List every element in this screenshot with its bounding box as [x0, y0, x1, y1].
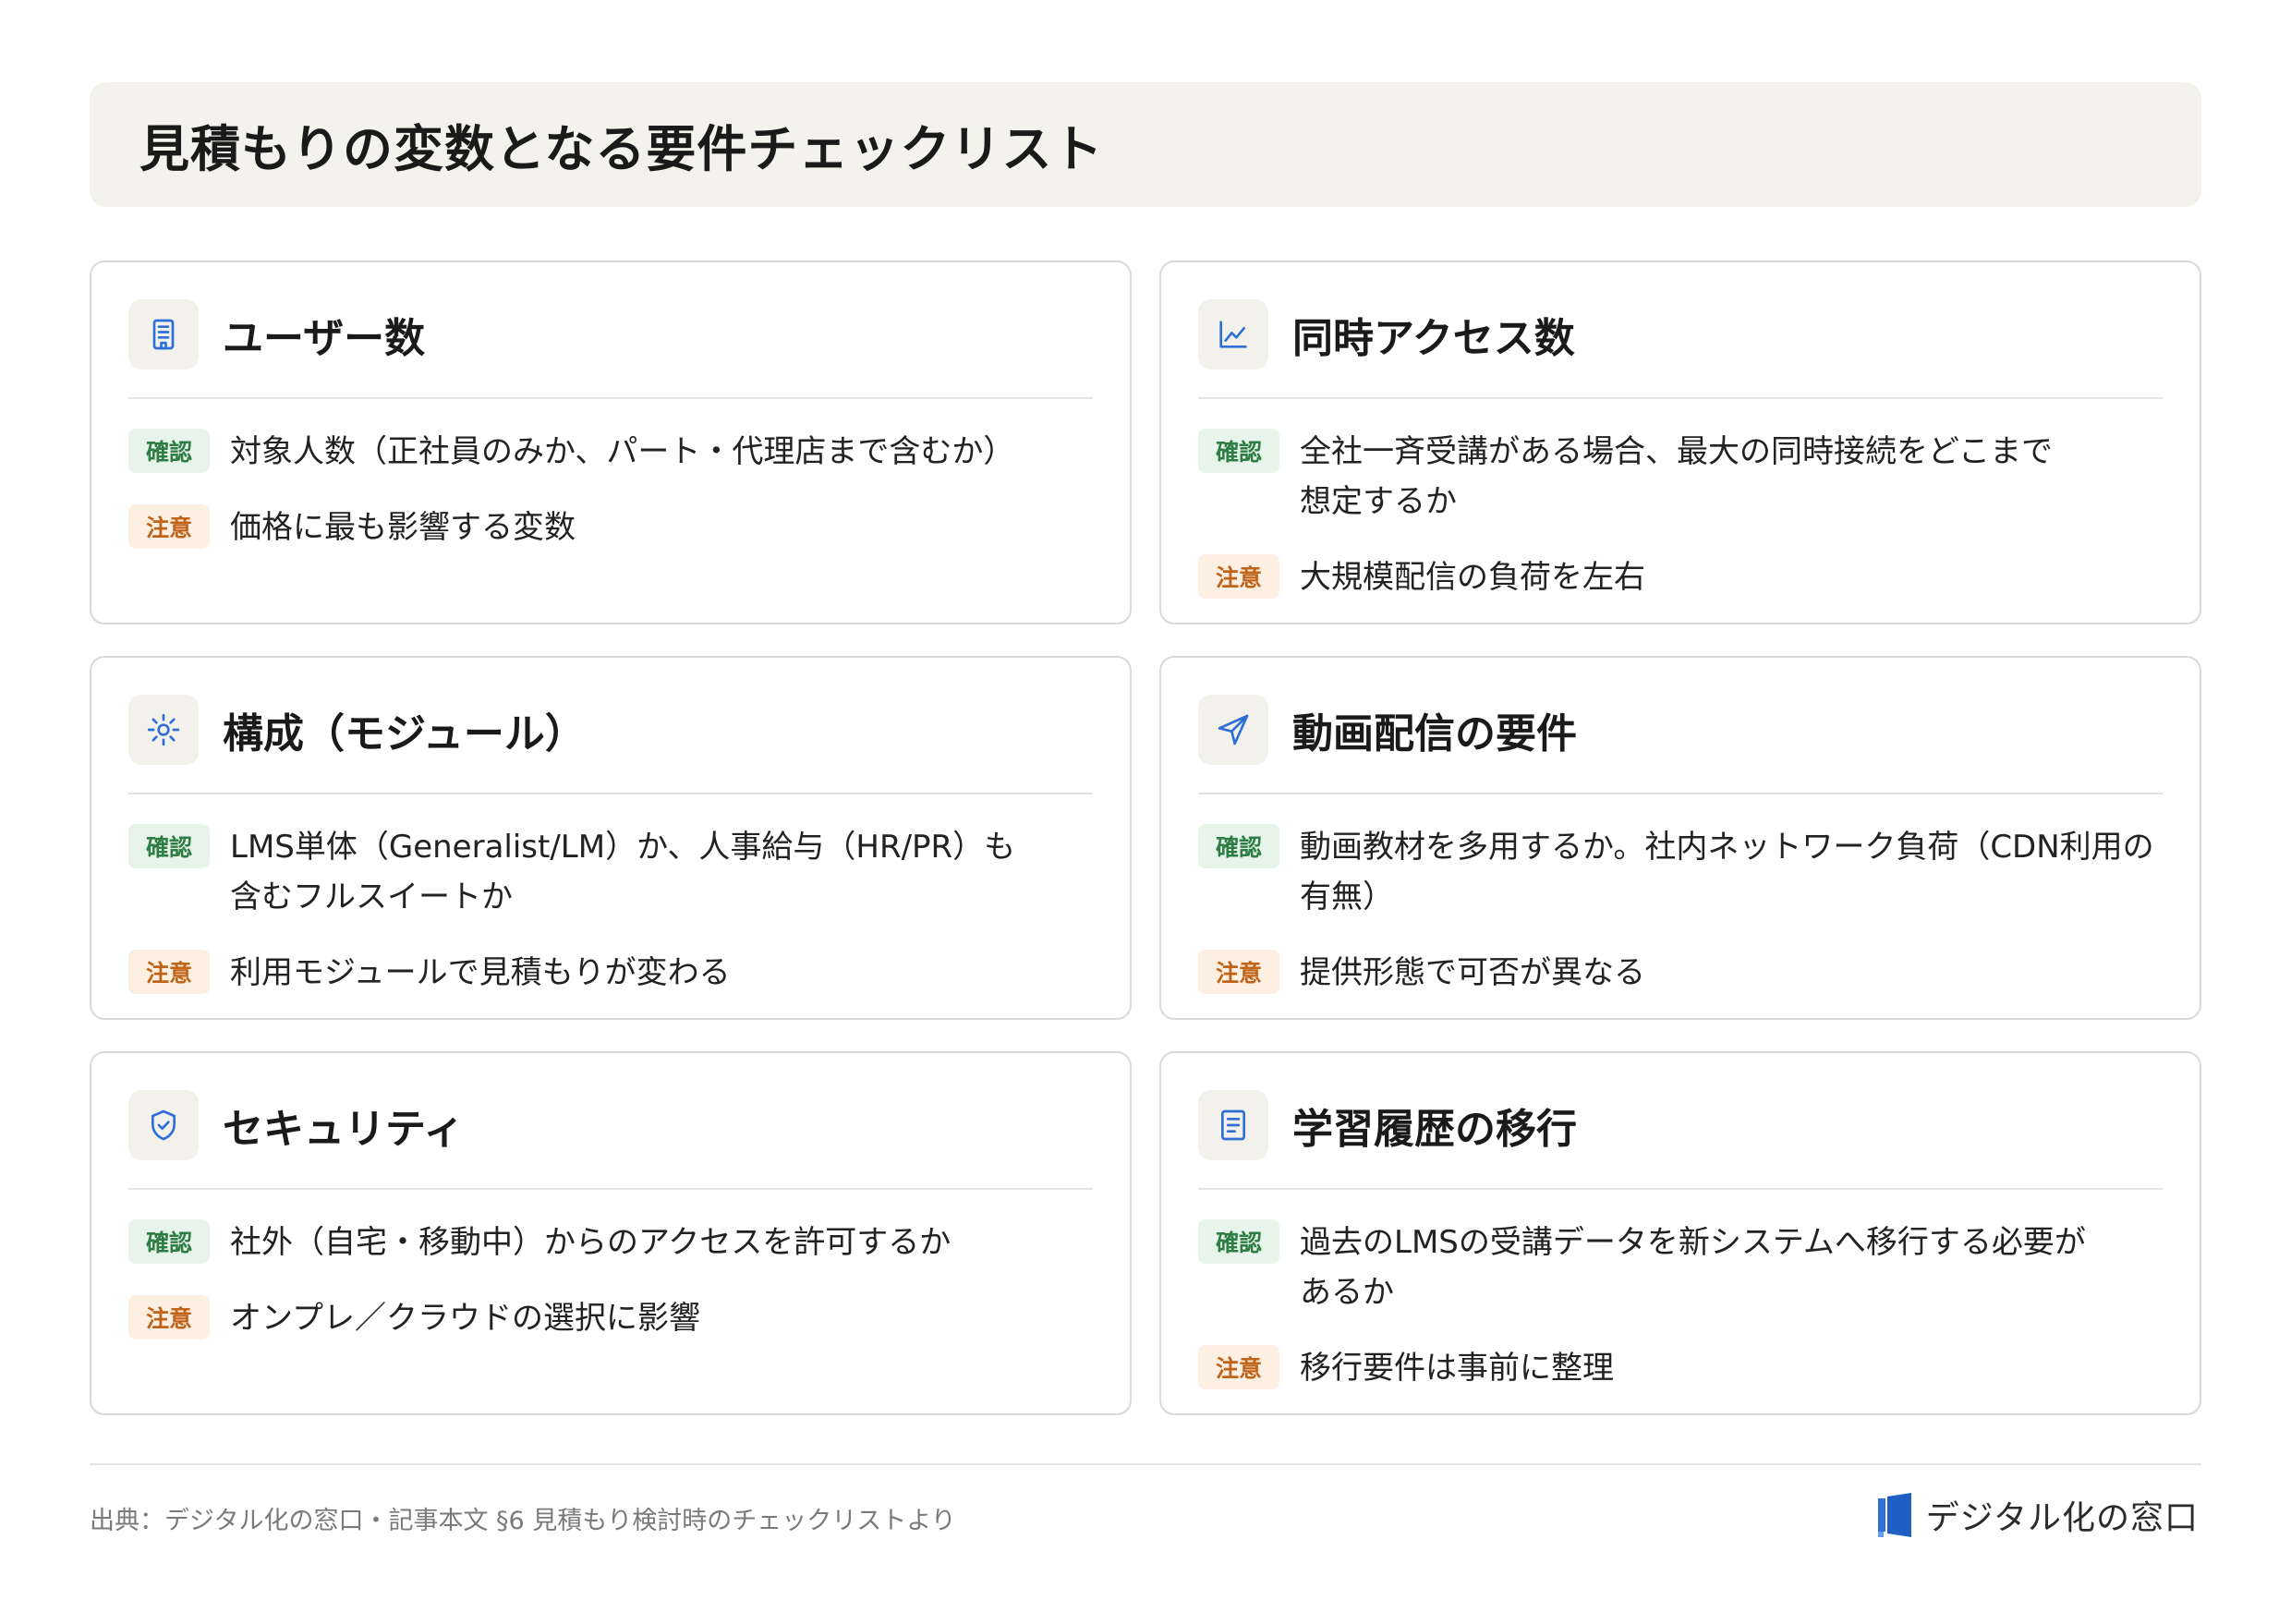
card-header: ユーザー数: [128, 299, 1093, 370]
divider: [128, 793, 1093, 794]
brand-name: デジタル化の窓口: [1925, 1499, 2199, 1537]
confirm-row: 確認 LMS単体（Generalist/LM）か、人事給与（HR/PR）も含むフ…: [128, 822, 1093, 922]
confirm-text: 過去のLMSの受講データを新システムへ移行する必要があるか: [1300, 1224, 2086, 1311]
confirm-text: 対象人数（正社員のみか、パート・代理店まで含むか）: [230, 433, 1015, 470]
caution-row: 注意 オンプレ／クラウドの選択に影響: [128, 1293, 1093, 1343]
confirm-text: 全社一斉受講がある場合、最大の同時接続をどこまで想定するか: [1300, 433, 2053, 520]
shield-check-icon: [128, 1090, 199, 1160]
confirm-badge: 確認: [128, 824, 210, 868]
card-concurrent-access: 同時アクセス数 確認 全社一斉受講がある場合、最大の同時接続をどこまで想定するか…: [1159, 261, 2201, 624]
card-header: 構成（モジュール）: [128, 695, 1093, 765]
caution-row: 注意 大規模配信の負荷を左右: [1198, 552, 2163, 602]
line-chart-icon: [1198, 299, 1268, 370]
card-title: 学習履歴の移行: [1292, 1106, 1577, 1153]
card-title: ユーザー数: [223, 315, 426, 362]
caution-text: 価格に最も影響する変数: [230, 509, 576, 546]
confirm-badge: 確認: [1198, 1219, 1279, 1264]
caution-row: 注意 利用モジュールで見積もりが変わる: [128, 948, 1093, 998]
caution-badge: 注意: [1198, 554, 1279, 599]
card-security: セキュリティ 確認 社外（自宅・移動中）からのアクセスを許可するか 注意 オンプ…: [90, 1051, 1132, 1415]
confirm-badge: 確認: [128, 429, 210, 473]
send-icon: [1198, 695, 1268, 765]
confirm-badge: 確認: [128, 1219, 210, 1264]
confirm-row: 確認 対象人数（正社員のみか、パート・代理店まで含むか）: [128, 427, 1093, 477]
caution-badge: 注意: [1198, 1345, 1279, 1389]
title-bar: 見積もりの変数となる要件チェックリスト: [90, 82, 2201, 207]
checklist-grid: ユーザー数 確認 対象人数（正社員のみか、パート・代理店まで含むか） 注意 価格…: [90, 261, 2201, 1415]
confirm-row: 確認 全社一斉受講がある場合、最大の同時接続をどこまで想定するか: [1198, 427, 2163, 527]
confirm-text: LMS単体（Generalist/LM）か、人事給与（HR/PR）も含むフルスイ…: [230, 829, 1016, 915]
card-header: 同時アクセス数: [1198, 299, 2163, 370]
divider: [1198, 397, 2163, 399]
card-title: 動画配信の要件: [1292, 710, 1577, 757]
confirm-row: 確認 動画教材を多用するか。社内ネットワーク負荷（CDN利用の有無）: [1198, 822, 2163, 922]
card-users: ユーザー数 確認 対象人数（正社員のみか、パート・代理店まで含むか） 注意 価格…: [90, 261, 1132, 624]
caution-badge: 注意: [128, 1295, 210, 1339]
gear-icon: [128, 695, 199, 765]
card-learning-history: 学習履歴の移行 確認 過去のLMSの受講データを新システムへ移行する必要があるか…: [1159, 1051, 2201, 1415]
card-header: 動画配信の要件: [1198, 695, 2163, 765]
divider: [128, 1188, 1093, 1190]
caution-row: 注意 価格に最も影響する変数: [128, 503, 1093, 552]
confirm-text: 動画教材を多用するか。社内ネットワーク負荷（CDN利用の有無）: [1300, 829, 2154, 915]
document-icon: [1198, 1090, 1268, 1160]
page-title: 見積もりの変数となる要件チェックリスト: [139, 120, 1104, 178]
card-header: 学習履歴の移行: [1198, 1090, 2163, 1160]
caution-badge: 注意: [128, 950, 210, 994]
divider: [128, 397, 1093, 399]
caution-badge: 注意: [1198, 950, 1279, 994]
caution-text: 移行要件は事前に整理: [1300, 1350, 1614, 1387]
confirm-badge: 確認: [1198, 429, 1279, 473]
confirm-row: 確認 過去のLMSの受講データを新システムへ移行する必要があるか: [1198, 1218, 2163, 1317]
card-title: 構成（モジュール）: [223, 710, 586, 757]
caution-text: 利用モジュールで見積もりが変わる: [230, 954, 731, 991]
source-note: 出典：デジタル化の窓口・記事本文 §6 見積もり検討時のチェックリストより: [90, 1507, 956, 1535]
confirm-badge: 確認: [1198, 824, 1279, 868]
footer-divider: [90, 1463, 2201, 1465]
confirm-text: 社外（自宅・移動中）からのアクセスを許可するか: [230, 1224, 952, 1261]
confirm-row: 確認 社外（自宅・移動中）からのアクセスを許可するか: [128, 1218, 1093, 1267]
caution-text: 大規模配信の負荷を左右: [1300, 559, 1645, 596]
divider: [1198, 793, 2163, 794]
caution-row: 注意 移行要件は事前に整理: [1198, 1343, 2163, 1393]
caution-text: オンプレ／クラウドの選択に影響: [230, 1300, 700, 1337]
divider: [1198, 1188, 2163, 1190]
caution-text: 提供形態で可否が異なる: [1300, 954, 1645, 991]
card-header: セキュリティ: [128, 1090, 1093, 1160]
caution-badge: 注意: [128, 504, 210, 549]
card-video-delivery: 動画配信の要件 確認 動画教材を多用するか。社内ネットワーク負荷（CDN利用の有…: [1159, 656, 2201, 1020]
caution-row: 注意 提供形態で可否が異なる: [1198, 948, 2163, 998]
brand-logo: デジタル化の窓口: [1876, 1491, 2199, 1539]
building-icon: [128, 299, 199, 370]
card-title: 同時アクセス数: [1292, 315, 1575, 362]
card-modules: 構成（モジュール） 確認 LMS単体（Generalist/LM）か、人事給与（…: [90, 656, 1132, 1020]
brand-mark-icon: [1877, 1493, 1911, 1537]
card-title: セキュリティ: [223, 1106, 465, 1153]
